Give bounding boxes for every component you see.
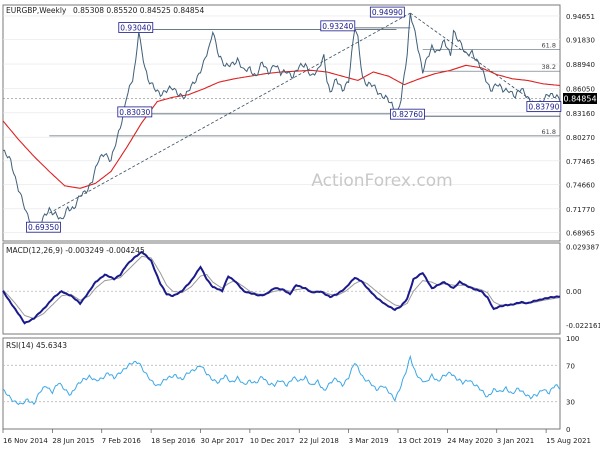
macd-tick-label: 0.029387 xyxy=(566,244,599,252)
level-label: 0.83790 xyxy=(528,102,559,111)
watermark: ActionForex.com xyxy=(311,171,452,191)
fib-label: 61.8 xyxy=(542,42,556,50)
macd-tick-label: 0.00 xyxy=(566,288,582,296)
time-tick-label: 7 Feb 2016 xyxy=(102,437,142,445)
eurgbp-weekly-chart: 0.93040 0.93240 0.94990 0.83030 0.82760 0.837… xyxy=(0,0,600,450)
price-tick-label: 0.91830 xyxy=(566,37,595,45)
time-tick-label: 22 Jul 2018 xyxy=(299,437,339,445)
rsi-tick-label: 0 xyxy=(566,426,570,434)
chart-header-ohlc: 0.85308 0.85520 0.84525 0.84854 xyxy=(73,6,204,15)
price-tick-label: 0.77465 xyxy=(566,158,595,166)
current-price-badge: 0.84854 xyxy=(563,93,597,104)
chart-background xyxy=(0,0,600,450)
time-tick-label: 18 Sep 2016 xyxy=(151,437,196,445)
current-price-label: 0.84854 xyxy=(563,95,596,104)
price-tick-label: 0.68965 xyxy=(566,229,595,237)
level-label: 0.94990 xyxy=(372,8,403,17)
rsi-tick-label: 70 xyxy=(566,362,575,370)
level-label: 0.69350 xyxy=(28,223,59,232)
price-tick-label: 0.86050 xyxy=(566,85,595,93)
rsi-tick-label: 30 xyxy=(566,399,575,407)
price-tick-label: 0.94651 xyxy=(566,13,595,21)
level-label: 0.83030 xyxy=(119,108,150,117)
time-tick-label: 10 Dec 2017 xyxy=(250,437,295,445)
macd-title: MACD(12,26,9) -0.003249 -0.004245 xyxy=(6,246,145,255)
time-tick-label: 13 Oct 2019 xyxy=(398,437,441,445)
level-label: 0.93040 xyxy=(120,24,151,33)
time-tick-label: 30 Apr 2017 xyxy=(200,437,243,445)
fib-label: 61.8 xyxy=(542,128,556,136)
price-tick-label: 0.74660 xyxy=(566,181,595,189)
macd-tick-label: -0.022161 xyxy=(566,322,600,330)
rsi-tick-label: 100 xyxy=(566,335,579,343)
price-tick-label: 0.88940 xyxy=(566,61,595,69)
time-tick-label: 3 Mar 2019 xyxy=(349,437,389,445)
chart-header-symbol: EURGBP,Weekly xyxy=(6,6,67,15)
time-tick-label: 15 Aug 2021 xyxy=(546,437,591,445)
price-tick-label: 0.71770 xyxy=(566,206,595,214)
rsi-title: RSI(14) 45.6343 xyxy=(6,341,67,350)
time-tick-label: 16 Nov 2014 xyxy=(3,437,48,445)
fib-label: 38.2 xyxy=(542,63,556,71)
time-tick-label: 28 Jun 2015 xyxy=(52,437,94,445)
price-tick-label: 0.83160 xyxy=(566,110,595,118)
price-tick-label: 0.80270 xyxy=(566,134,595,142)
level-label: 0.93240 xyxy=(322,22,353,31)
time-tick-label: 24 May 2020 xyxy=(447,437,493,445)
level-label: 0.82760 xyxy=(392,110,423,119)
time-tick-label: 3 Jan 2021 xyxy=(497,437,535,445)
